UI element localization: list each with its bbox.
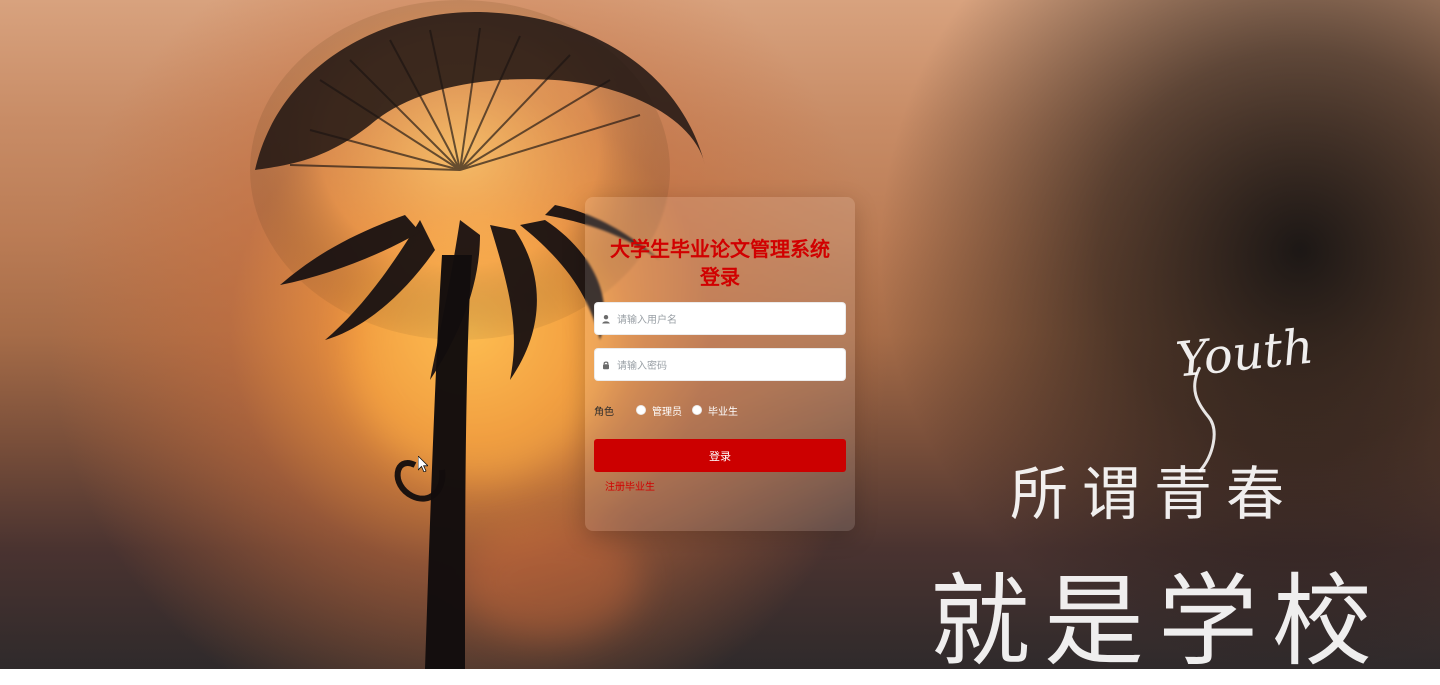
username-input[interactable]: 请输入用户名 [594,302,846,335]
role-label: 角色 [594,406,614,418]
slogan-line-1: 所谓青春 [1010,460,1299,528]
username-placeholder: 请输入用户名 [617,315,677,326]
role-admin-label[interactable]: 管理员 [652,403,682,418]
page-title: 大学生毕业论文管理系统 登录 [585,235,855,291]
password-input[interactable]: 请输入密码 [594,348,846,381]
mouse-cursor-icon [418,456,428,472]
login-button[interactable]: 登录 [594,439,846,472]
role-graduate-label[interactable]: 毕业生 [708,403,738,418]
user-icon [595,302,617,335]
role-selector: 角色 管理员 毕业生 [594,401,846,419]
password-placeholder: 请输入密码 [617,361,667,372]
system-title: 大学生毕业论文管理系统 [610,237,830,261]
lock-icon [595,348,617,381]
login-title: 登录 [700,265,740,289]
role-graduate-radio[interactable] [692,405,702,415]
login-card: 大学生毕业论文管理系统 登录 请输入用户名 请输入密码 角色 管理员 毕业生 登… [585,197,855,531]
slogan-line-2: 就是学校 [930,563,1386,680]
register-graduate-link[interactable]: 注册毕业生 [605,478,655,493]
role-admin-radio[interactable] [636,405,646,415]
